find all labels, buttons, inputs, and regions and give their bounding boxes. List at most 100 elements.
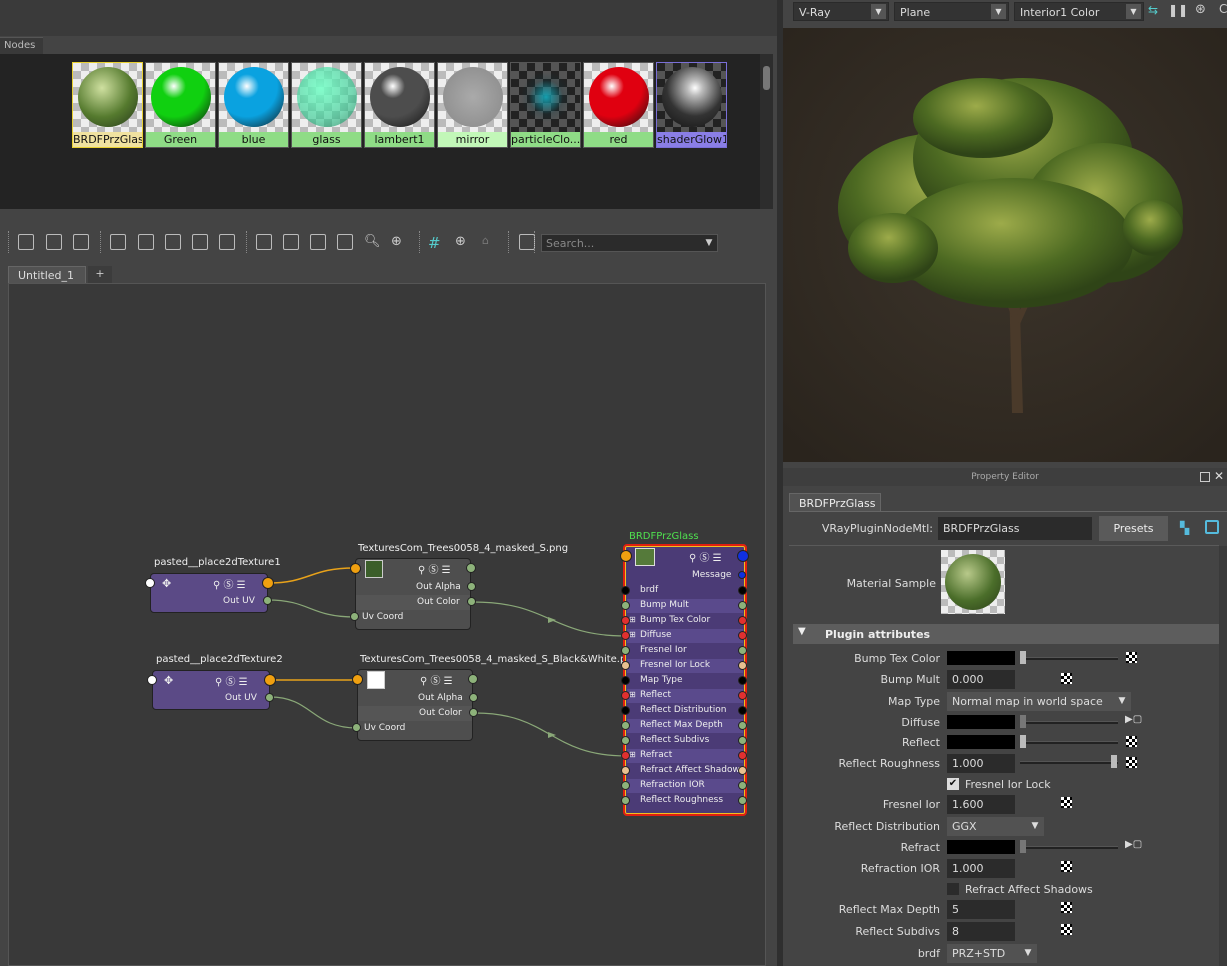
expand-icon[interactable]: ⊞ xyxy=(629,615,636,624)
brdf-input-port[interactable] xyxy=(621,661,630,670)
refresh-icon[interactable]: ⇆ xyxy=(1148,3,1162,19)
material-swatch-0[interactable]: BRDFPrzGlass xyxy=(72,62,143,148)
search-input[interactable]: Search... xyxy=(541,234,718,252)
rearrange-icon[interactable] xyxy=(192,234,208,250)
material-swatch-5[interactable]: mirror xyxy=(437,62,508,148)
reflect-roughness-slider[interactable] xyxy=(1020,761,1118,764)
scrollbar-thumb[interactable] xyxy=(763,66,770,90)
material-swatch-7[interactable]: red xyxy=(583,62,654,148)
brdf-input-port[interactable] xyxy=(621,616,630,625)
pin-icon[interactable]: ⚲ Ⓢ ☰ xyxy=(689,549,722,564)
brdf-output-port[interactable] xyxy=(738,736,747,745)
material-swatch-3[interactable]: glass xyxy=(291,62,362,148)
property-editor-scrollbar[interactable] xyxy=(1219,546,1227,966)
expand-icon[interactable]: ⊞ xyxy=(629,630,636,639)
tab-untitled-1[interactable]: Untitled_1 xyxy=(8,266,86,283)
brdf-input-port[interactable] xyxy=(621,781,630,790)
out-alpha-port[interactable] xyxy=(469,693,478,702)
frame-next-icon[interactable] xyxy=(46,234,62,250)
out-uv-port[interactable] xyxy=(263,596,272,605)
fresnel-ior-field[interactable]: 1.600 xyxy=(947,795,1015,814)
brdf-input-port[interactable] xyxy=(621,796,630,805)
slider-knob[interactable] xyxy=(1020,840,1026,853)
brdf-output-port[interactable] xyxy=(738,796,747,805)
output-port[interactable] xyxy=(468,674,478,684)
material-swatch-4[interactable]: lambert1 xyxy=(364,62,435,148)
uv-coord-port[interactable] xyxy=(350,612,359,621)
channel-dropdown[interactable]: Interior1 Color ▼ xyxy=(1014,2,1144,21)
add-icon[interactable] xyxy=(138,234,154,250)
brdf-input-port[interactable] xyxy=(621,586,630,595)
connected-input-icon[interactable]: ▶▢ xyxy=(1125,839,1142,851)
expand-icon[interactable]: ⊞ xyxy=(629,690,636,699)
refract-affect-shadows-checkbox[interactable] xyxy=(947,883,959,895)
brdf-input-port[interactable] xyxy=(621,646,630,655)
brdf-output-port[interactable] xyxy=(738,646,747,655)
out-color-port[interactable] xyxy=(469,708,478,717)
output-port[interactable] xyxy=(262,577,274,589)
input-port[interactable] xyxy=(147,675,157,685)
output-port[interactable] xyxy=(737,550,749,562)
diffuse-color-swatch[interactable] xyxy=(947,715,1015,729)
bump-mult-field[interactable]: 0.000 xyxy=(947,670,1015,689)
brdf-dropdown[interactable]: PRZ+STD ▼ xyxy=(947,944,1037,963)
out-color-port[interactable] xyxy=(467,597,476,606)
refresh-icon[interactable] xyxy=(519,234,535,250)
material-viewport[interactable] xyxy=(783,28,1227,462)
material-swatch-6[interactable]: particleClo... xyxy=(510,62,581,148)
magnifier-icon[interactable]: 🔍︎ xyxy=(364,234,381,250)
brdf-output-port[interactable] xyxy=(738,691,747,700)
grid-icon[interactable]: # xyxy=(428,234,444,252)
chevron-down-icon[interactable]: ▼ xyxy=(702,235,716,251)
copy-tab-icon[interactable] xyxy=(1205,520,1219,534)
brdf-output-port[interactable] xyxy=(738,616,747,625)
texture-map-icon[interactable] xyxy=(1061,924,1072,935)
refract-slider[interactable] xyxy=(1020,846,1118,849)
list4-icon[interactable] xyxy=(337,234,353,250)
collapse-arrow-icon[interactable]: ▼ xyxy=(798,626,812,642)
brdf-output-port[interactable] xyxy=(738,751,747,760)
brdf-output-port[interactable] xyxy=(738,676,747,685)
focus-icon[interactable]: ▚ xyxy=(1180,521,1192,535)
pin-icon[interactable]: ⚲ Ⓢ ☰ xyxy=(213,576,246,591)
brdf-output-port[interactable] xyxy=(738,781,747,790)
tag-icon[interactable]: ⊕ xyxy=(455,234,471,250)
brdf-input-port[interactable] xyxy=(621,766,630,775)
brdf-output-port[interactable] xyxy=(738,721,747,730)
refract-color-swatch[interactable] xyxy=(947,840,1015,854)
connected-input-icon[interactable]: ▶▢ xyxy=(1125,714,1142,726)
out-uv-port[interactable] xyxy=(265,693,274,702)
brdf-input-port[interactable] xyxy=(621,736,630,745)
brdf-output-port[interactable] xyxy=(738,661,747,670)
message-port[interactable] xyxy=(738,571,746,579)
tab-nodes[interactable]: Nodes xyxy=(0,37,43,54)
swatch-icon[interactable]: ⊕ xyxy=(391,234,407,250)
expand-icon[interactable]: ⊞ xyxy=(629,750,636,759)
renderer-dropdown[interactable]: V-Ray ▼ xyxy=(793,2,889,21)
input-port[interactable] xyxy=(352,674,363,685)
frame-prev-icon[interactable] xyxy=(73,234,89,250)
list3-icon[interactable] xyxy=(310,234,326,250)
slider-knob[interactable] xyxy=(1020,735,1026,748)
add-tab-button[interactable]: + xyxy=(88,266,112,283)
refraction-ior-field[interactable]: 1.000 xyxy=(947,859,1015,878)
float-icon[interactable] xyxy=(1200,472,1210,482)
input-port[interactable] xyxy=(145,578,155,588)
brdf-input-port[interactable] xyxy=(621,601,630,610)
brdf-input-port[interactable] xyxy=(621,751,630,760)
graph-icon[interactable] xyxy=(110,234,126,250)
brdf-input-port[interactable] xyxy=(621,706,630,715)
remove-icon[interactable] xyxy=(165,234,181,250)
diffuse-slider[interactable] xyxy=(1020,721,1118,724)
brdf-input-port[interactable] xyxy=(621,721,630,730)
uv-coord-port[interactable] xyxy=(352,723,361,732)
reflect-subdivs-field[interactable]: 8 xyxy=(947,922,1015,941)
reflect-max-depth-field[interactable]: 5 xyxy=(947,900,1015,919)
brdf-input-port[interactable] xyxy=(621,631,630,640)
material-swatch-8[interactable]: shaderGlow1 xyxy=(656,62,727,148)
texture-map-icon[interactable] xyxy=(1126,757,1137,768)
object-dropdown[interactable]: Plane ▼ xyxy=(894,2,1009,21)
reflect-color-swatch[interactable] xyxy=(947,735,1015,749)
material-swatch-1[interactable]: Green xyxy=(145,62,216,148)
node-name-field[interactable]: BRDFPrzGlass xyxy=(938,517,1092,540)
